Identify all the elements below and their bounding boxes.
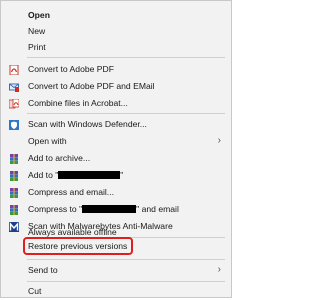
adobe-pdf-email-icon: [9, 81, 19, 92]
menu-separator: [27, 281, 225, 282]
menu-item-scan-windows-defender[interactable]: Scan with Windows Defender...: [1, 116, 231, 132]
winrar-icon: [9, 204, 19, 215]
menu-item-label: Scan with Windows Defender...: [28, 119, 147, 129]
menu-item-label: Add to archive...: [28, 153, 91, 163]
menu-item-label: Convert to Adobe PDF and EMail: [28, 81, 155, 91]
menu-item-cut[interactable]: Cut: [1, 283, 231, 299]
menu-item-compress-and-email[interactable]: Compress and email...: [1, 184, 231, 200]
menu-item-open[interactable]: Open: [1, 7, 231, 23]
menu-item-combine-files-acrobat[interactable]: Combine files in Acrobat...: [1, 95, 231, 111]
menu-item-convert-to-adobe-pdf-email[interactable]: Convert to Adobe PDF and EMail: [1, 78, 231, 94]
menu-item-label: Print: [28, 42, 46, 52]
menu-item-send-to[interactable]: Send to ›: [1, 262, 231, 278]
menu-item-label: Convert to Adobe PDF: [28, 64, 114, 74]
menu-separator: [27, 113, 225, 114]
menu-item-open-with[interactable]: Open with ›: [1, 133, 231, 149]
menu-item-print[interactable]: Print: [1, 39, 231, 55]
winrar-icon: [9, 153, 19, 164]
menu-item-label: Combine files in Acrobat...: [28, 98, 128, 108]
chevron-right-icon: ›: [217, 135, 221, 146]
windows-defender-icon: [9, 119, 19, 130]
menu-item-label: New: [28, 26, 46, 36]
menu-item-label: Add to " ": [28, 170, 124, 180]
menu-item-label: Compress to " " and email: [28, 204, 179, 214]
context-menu: Open New Print Convert to Adobe PDF Conv…: [0, 0, 232, 298]
adobe-pdf-icon: [9, 64, 19, 76]
menu-item-convert-to-adobe-pdf[interactable]: Convert to Adobe PDF: [1, 61, 231, 77]
redacted-filename: [82, 205, 137, 213]
menu-item-label: Open with: [28, 136, 67, 146]
red-highlight-box: [23, 237, 133, 255]
menu-item-label: Send to: [28, 265, 58, 275]
menu-item-label: Cut: [28, 286, 42, 296]
menu-separator: [27, 57, 225, 58]
acrobat-combine-icon: [8, 98, 20, 109]
menu-item-add-to-archive[interactable]: Add to archive...: [1, 150, 231, 166]
chevron-right-icon: ›: [217, 264, 221, 275]
menu-item-new[interactable]: New: [1, 23, 231, 39]
winrar-icon: [9, 187, 19, 198]
menu-separator: [27, 259, 225, 260]
menu-item-label: Open: [28, 10, 50, 20]
menu-item-add-to-named-archive[interactable]: Add to " ": [1, 167, 231, 183]
menu-item-compress-to-named-and-email[interactable]: Compress to " " and email: [1, 201, 231, 217]
winrar-icon: [9, 170, 19, 181]
redacted-filename: [58, 171, 121, 179]
menu-item-label: Compress and email...: [28, 187, 114, 197]
